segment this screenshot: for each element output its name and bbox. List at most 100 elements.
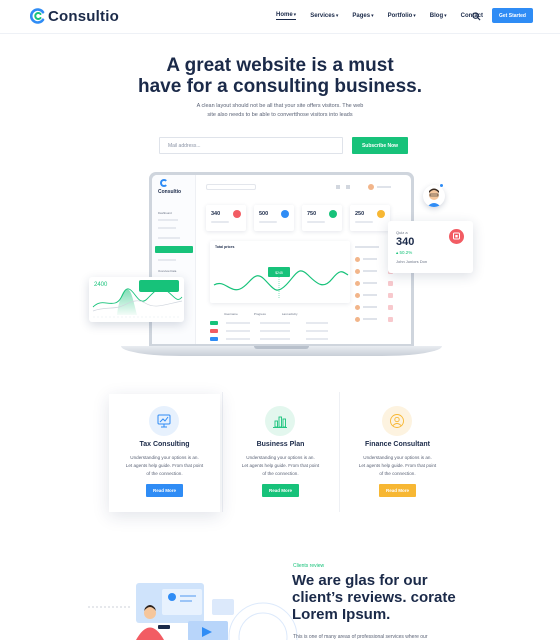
floating-stat-change: ▴ 50.2%: [396, 250, 413, 255]
mockup-logo-text: Consultio: [158, 189, 182, 195]
service-text-line: of the connection.: [146, 471, 183, 476]
mockup-list-line: [355, 246, 379, 248]
trophy-icon: [449, 229, 464, 244]
mockup-list-icon: [388, 281, 393, 286]
mockup-list-avatar: [355, 317, 360, 322]
email-field[interactable]: [159, 137, 343, 154]
service-text-line: Let agents help guide. From that point: [358, 463, 437, 468]
floating-stat-value: 340: [396, 236, 415, 248]
mockup-table-line: [306, 338, 328, 340]
service-text-line: Understanding your options is an.: [246, 455, 315, 460]
mockup-table-header-cell: Username: [224, 312, 238, 316]
chevron-down-icon: ▾: [371, 13, 374, 19]
hero-title: A great website is a must have for a con…: [130, 55, 430, 97]
reviews-title: We are glas for our client’s reviews. co…: [292, 572, 482, 623]
hero-subtitle: A clean layout should not be all that yo…: [185, 102, 375, 120]
mockup-table-row: [210, 337, 350, 342]
mockup-menu-item: [158, 219, 178, 221]
service-card-tax-consulting: Tax Consulting Understanding your option…: [109, 394, 220, 512]
mockup-stat-card: 500: [254, 205, 294, 231]
search-icon[interactable]: [472, 12, 481, 21]
floating-stat-name: John Juniors Don: [396, 259, 428, 264]
mockup-table-pill: [210, 337, 218, 341]
nav-item-label: Blog: [429, 13, 444, 19]
mockup-stat-card: 750: [302, 205, 342, 231]
mockup-menu-item: Dashboard: [158, 211, 172, 215]
mockup-menu-item: Overview Data: [158, 269, 177, 273]
reviews-illustration: [88, 575, 298, 640]
floating-stat-label: Quiz a: [396, 230, 408, 235]
floating-stat-change-value: 50.2%: [399, 250, 413, 255]
mockup-table: Username Progress Last activity: [210, 312, 350, 344]
mockup-table-pill: [210, 329, 218, 333]
mockup-topbar-icon: [336, 185, 340, 189]
laptop-notch: [254, 346, 309, 349]
mockup-chart-card: Total prices $245: [210, 241, 350, 303]
mockup-stat-card: 250: [350, 205, 390, 231]
nav-item-services[interactable]: Services ▾: [310, 12, 338, 20]
service-divider: [222, 392, 223, 512]
mockup-list-row: [355, 305, 399, 311]
mockup-line-chart: $245: [213, 267, 349, 299]
mockup-table-row: [210, 321, 350, 326]
read-more-button[interactable]: Read More: [262, 484, 299, 497]
floating-stat-card: Quiz a 340 ▴ 50.2% John Juniors Don: [388, 221, 473, 273]
nav-item-label: Home: [276, 12, 293, 18]
mockup-table-line: [226, 338, 250, 340]
service-text-line: Let agents help guide. From that point: [125, 463, 204, 468]
dashboard-screenshot: Consultio Dashboard Overview Data 340 50…: [152, 175, 411, 344]
nav-item-label: Pages: [352, 13, 371, 19]
reviews-title-line: Lorem Ipsum.: [292, 606, 391, 623]
service-text-line: of the connection.: [262, 471, 299, 476]
subscribe-button[interactable]: Subscribe Now: [352, 137, 408, 154]
chevron-down-icon: ▾: [413, 13, 416, 19]
mockup-topbar-icon: [346, 185, 350, 189]
mockup-list-avatar: [355, 269, 360, 274]
service-description: Understanding your options is an. Let ag…: [235, 454, 326, 478]
nav-item-pages[interactable]: Pages ▾: [352, 12, 373, 20]
mockup-stat-value: 500: [259, 211, 269, 217]
mockup-stat-dot: [377, 210, 385, 218]
read-more-button[interactable]: Read More: [146, 484, 183, 497]
mockup-list-line: [363, 258, 377, 260]
nav-item-label: Services: [310, 13, 335, 19]
service-title: Business Plan: [256, 441, 305, 448]
mockup-user-avatar: [368, 184, 374, 190]
nav-item-blog[interactable]: Blog ▾: [430, 12, 447, 20]
service-title: Finance Consultant: [365, 441, 430, 448]
reviews-title-line: client’s reviews. corate: [292, 589, 456, 606]
hero-subtitle-line: site also needs to be able to converttho…: [207, 112, 353, 118]
mockup-stat-dot: [233, 210, 241, 218]
nav-item-home[interactable]: Home ▾: [276, 12, 297, 20]
mockup-list-line: [363, 270, 377, 272]
mockup-table-header-cell: Last activity: [281, 312, 298, 316]
service-divider: [339, 392, 340, 512]
logo[interactable]: Consultio: [30, 7, 119, 25]
mockup-table-line: [306, 330, 328, 332]
avatar: [423, 185, 445, 207]
mockup-table-line: [226, 330, 250, 332]
mockup-stat-dot: [329, 210, 337, 218]
reviews-text: This is one of many areas of professiona…: [293, 634, 428, 640]
hero-title-line: A great website is a must: [166, 55, 394, 76]
mockup-menu-item: [158, 237, 180, 239]
mockup-list-row: [355, 281, 399, 287]
get-started-button[interactable]: Get Started: [492, 8, 533, 23]
mockup-list-line: [363, 306, 377, 308]
logo-text: Consultio: [48, 7, 119, 25]
mockup-list-line: [363, 282, 377, 284]
nav-item-portfolio[interactable]: Portfolio ▾: [388, 12, 416, 20]
service-card-finance-consultant: Finance Consultant Understanding your op…: [342, 394, 453, 512]
mockup-stat-value: 750: [307, 211, 317, 217]
mockup-list-avatar: [355, 305, 360, 310]
read-more-button[interactable]: Read More: [379, 484, 416, 497]
chevron-down-icon: ▾: [335, 13, 339, 19]
mockup-menu-active: [155, 246, 193, 253]
mockup-list-avatar: [355, 281, 360, 286]
mockup-stat-bar: [211, 221, 229, 223]
mockup-search: [206, 184, 256, 190]
service-description: Understanding your options is an. Let ag…: [352, 454, 443, 478]
mockup-list-line: [363, 318, 377, 320]
nav-item-label: Portfolio: [387, 13, 413, 19]
mockup-stat-bar: [355, 221, 373, 223]
